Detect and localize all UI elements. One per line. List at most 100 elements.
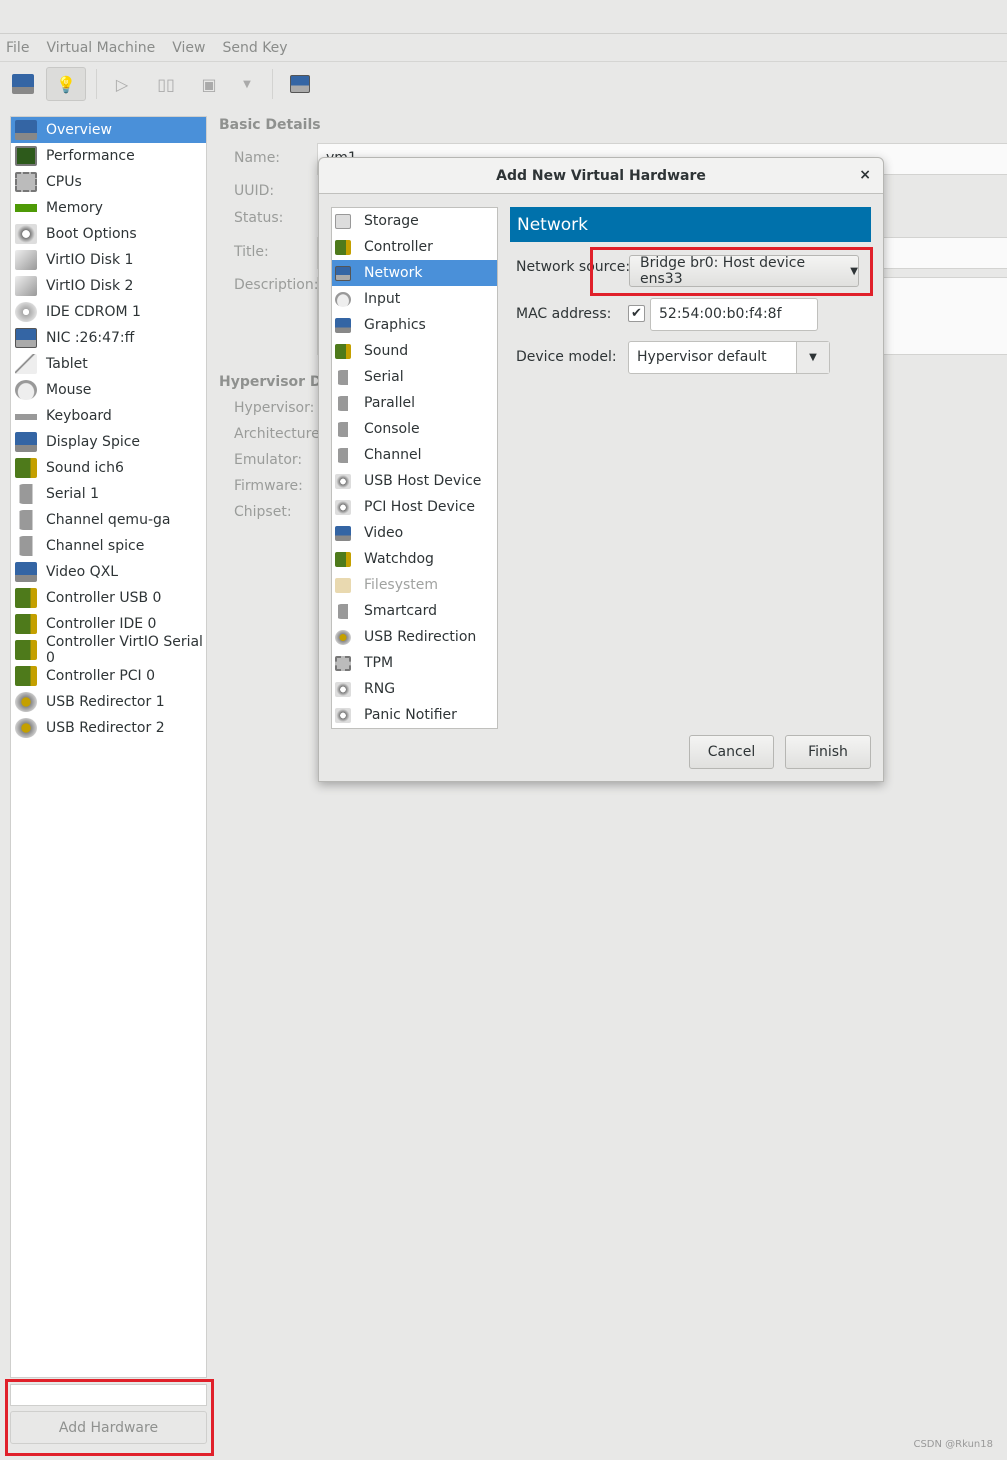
card-icon <box>335 343 351 359</box>
sidebar-item-controller-pci-0[interactable]: Controller PCI 0 <box>11 663 206 689</box>
tab-icon <box>15 354 37 374</box>
sidebar-item-keyboard[interactable]: Keyboard <box>11 403 206 429</box>
sidebar-item-channel-spice[interactable]: Channel spice <box>11 533 206 559</box>
sidebar-item-tablet[interactable]: Tablet <box>11 351 206 377</box>
device-type-panic-notifier[interactable]: Panic Notifier <box>332 702 497 728</box>
sidebar-item-boot-options[interactable]: Boot Options <box>11 221 206 247</box>
pause-button[interactable]: ▯▯ <box>146 67 186 101</box>
sidebar-item-channel-qemu-ga[interactable]: Channel qemu-ga <box>11 507 206 533</box>
details-button[interactable]: 💡 <box>46 67 86 101</box>
device-type-serial[interactable]: Serial <box>332 364 497 390</box>
architecture-label: Architecture: <box>234 426 325 442</box>
menu-send-key[interactable]: Send Key <box>222 40 287 56</box>
item-label: Boot Options <box>46 226 137 242</box>
item-label: IDE CDROM 1 <box>46 304 141 320</box>
gear-icon <box>335 707 351 723</box>
ser-icon <box>15 536 37 556</box>
mac-address-field[interactable]: 52:54:00:b0:f4:8f <box>650 298 818 331</box>
item-label: NIC :26:47:ff <box>46 330 135 346</box>
device-type-usb-host-device[interactable]: USB Host Device <box>332 468 497 494</box>
fullscreen-button[interactable] <box>280 67 320 101</box>
run-button[interactable]: ▷ <box>102 67 142 101</box>
mon-icon <box>15 432 37 452</box>
sidebar-item-usb-redirector-1[interactable]: USB Redirector 1 <box>11 689 206 715</box>
device-type-network[interactable]: Network <box>332 260 497 286</box>
device-type-smartcard[interactable]: Smartcard <box>332 598 497 624</box>
section-banner: Network <box>510 207 871 242</box>
card-icon <box>335 239 351 255</box>
sidebar-item-cpus[interactable]: CPUs <box>11 169 206 195</box>
name-label: Name: <box>234 150 281 166</box>
sidebar-item-display-spice[interactable]: Display Spice <box>11 429 206 455</box>
close-icon[interactable]: × <box>859 167 871 183</box>
device-type-parallel[interactable]: Parallel <box>332 390 497 416</box>
disk-icon <box>15 276 37 296</box>
item-label: Console <box>364 421 420 437</box>
device-type-watchdog[interactable]: Watchdog <box>332 546 497 572</box>
menu-virtual-machine[interactable]: Virtual Machine <box>46 40 155 56</box>
device-type-usb-redirection[interactable]: USB Redirection <box>332 624 497 650</box>
sidebar-item-ide-cdrom-1[interactable]: IDE CDROM 1 <box>11 299 206 325</box>
gear-icon <box>335 499 351 515</box>
item-label: Filesystem <box>364 577 439 593</box>
hypervisor-label: Hypervisor: <box>234 400 315 416</box>
item-label: Overview <box>46 122 112 138</box>
sidebar-item-performance[interactable]: Performance <box>11 143 206 169</box>
device-type-pci-host-device[interactable]: PCI Host Device <box>332 494 497 520</box>
item-label: Tablet <box>46 356 88 372</box>
device-type-video[interactable]: Video <box>332 520 497 546</box>
device-type-controller[interactable]: Controller <box>332 234 497 260</box>
sidebar-item-controller-virtio-serial-0[interactable]: Controller VirtIO Serial 0 <box>11 634 206 666</box>
shutdown-menu-button[interactable]: ▼ <box>227 67 267 101</box>
title-label: Title: <box>234 244 269 260</box>
lightbulb-icon: 💡 <box>56 74 76 94</box>
cancel-button[interactable]: Cancel <box>689 735 774 769</box>
device-model-combo[interactable]: Hypervisor default ▼ <box>628 341 830 374</box>
chip-icon <box>15 172 37 192</box>
separator <box>272 69 273 99</box>
power-icon: ▣ <box>201 74 217 94</box>
add-hardware-dialog: Add New Virtual Hardware × Storage Contro… <box>318 157 884 782</box>
item-label: Display Spice <box>46 434 141 450</box>
sidebar-item-usb-redirector-2[interactable]: USB Redirector 2 <box>11 715 206 741</box>
shutdown-button[interactable]: ▣ <box>189 67 229 101</box>
device-type-filesystem[interactable]: Filesystem <box>332 572 497 598</box>
menu-view[interactable]: View <box>172 40 205 56</box>
item-label: RNG <box>364 681 396 697</box>
device-type-storage[interactable]: Storage <box>332 208 497 234</box>
sidebar-item-serial-1[interactable]: Serial 1 <box>11 481 206 507</box>
dialog-title: Add New Virtual Hardware <box>319 158 883 194</box>
device-type-console[interactable]: Console <box>332 416 497 442</box>
snapshots-icon <box>290 75 310 93</box>
item-label: Sound ich6 <box>46 460 124 476</box>
device-type-channel[interactable]: Channel <box>332 442 497 468</box>
uuid-label: UUID: <box>234 183 275 199</box>
item-label: Memory <box>46 200 103 216</box>
card-icon <box>15 458 37 478</box>
item-label: Controller USB 0 <box>46 590 162 606</box>
device-type-list: Storage Controller Network Input Graphics Sou… <box>331 207 498 729</box>
device-type-rng[interactable]: RNG <box>332 676 497 702</box>
mac-address-checkbox[interactable]: ✔ <box>628 305 645 322</box>
sidebar-item-controller-usb-0[interactable]: Controller USB 0 <box>11 585 206 611</box>
chevron-down-icon[interactable]: ▼ <box>796 342 829 373</box>
sidebar-item-memory[interactable]: Memory <box>11 195 206 221</box>
item-label: Storage <box>364 213 419 229</box>
item-label: Smartcard <box>364 603 438 619</box>
device-type-tpm[interactable]: TPM <box>332 650 497 676</box>
sidebar-item-virtio-disk-2[interactable]: VirtIO Disk 2 <box>11 273 206 299</box>
device-type-sound[interactable]: Sound <box>332 338 497 364</box>
console-button[interactable] <box>3 67 43 101</box>
sidebar-item-overview[interactable]: Overview <box>11 117 206 143</box>
device-type-graphics[interactable]: Graphics <box>332 312 497 338</box>
sidebar-item-nic-26-47-ff[interactable]: NIC :26:47:ff <box>11 325 206 351</box>
finish-button[interactable]: Finish <box>785 735 871 769</box>
sidebar-item-virtio-disk-1[interactable]: VirtIO Disk 1 <box>11 247 206 273</box>
ser-icon <box>15 510 37 530</box>
sidebar-item-mouse[interactable]: Mouse <box>11 377 206 403</box>
sidebar-item-video-qxl[interactable]: Video QXL <box>11 559 206 585</box>
sidebar-item-sound-ich6[interactable]: Sound ich6 <box>11 455 206 481</box>
device-type-input[interactable]: Input <box>332 286 497 312</box>
kb-icon <box>15 406 37 426</box>
menu-file[interactable]: File <box>6 40 29 56</box>
